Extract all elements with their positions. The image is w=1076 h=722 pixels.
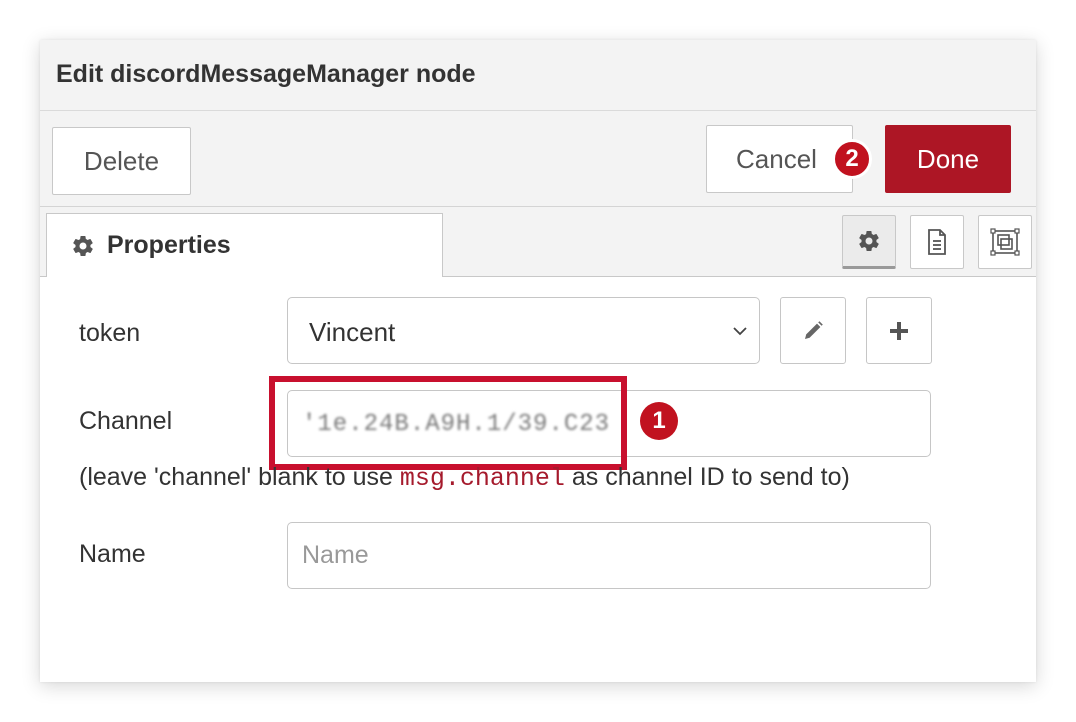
tab-properties[interactable]: Properties xyxy=(46,213,443,277)
tab-button-description[interactable] xyxy=(910,215,964,269)
gear-icon xyxy=(859,231,879,252)
hint-suffix: as channel ID to send to) xyxy=(564,463,850,491)
document-icon xyxy=(928,229,946,255)
cancel-button[interactable]: Cancel xyxy=(706,125,853,193)
edit-node-dialog: Edit discordMessageManager node Delete C… xyxy=(40,40,1036,682)
step-badge-2: 2 xyxy=(832,139,872,179)
dialog-title: Edit discordMessageManager node xyxy=(56,60,476,88)
add-token-button[interactable] xyxy=(866,297,932,364)
step-badge-1: 1 xyxy=(640,402,678,440)
channel-hint: (leave 'channel' blank to use msg.channe… xyxy=(79,463,850,493)
token-select[interactable]: Vincent xyxy=(287,297,760,364)
name-label: Name xyxy=(79,540,146,568)
name-input[interactable] xyxy=(287,522,931,589)
tab-properties-label: Properties xyxy=(107,231,231,259)
delete-button[interactable]: Delete xyxy=(52,127,191,195)
dialog-toolbar: Delete Cancel 2 Done xyxy=(40,111,1036,207)
tab-strip: Properties xyxy=(40,207,1036,277)
channel-label: Channel xyxy=(79,407,173,435)
plus-icon xyxy=(890,321,908,340)
edit-token-button[interactable] xyxy=(780,297,846,364)
dialog-titlebar: Edit discordMessageManager node xyxy=(40,40,1036,111)
done-button[interactable]: Done xyxy=(885,125,1011,193)
tab-button-appearance[interactable] xyxy=(978,215,1032,269)
pencil-icon xyxy=(805,320,823,339)
token-select-value: Vincent xyxy=(309,317,396,347)
highlight-annotation xyxy=(269,376,627,470)
hint-prefix: (leave 'channel' blank to use xyxy=(79,463,400,491)
chevron-down-icon xyxy=(733,327,747,336)
token-label: token xyxy=(79,319,141,347)
tab-button-settings[interactable] xyxy=(842,215,896,269)
hint-code: msg.channel xyxy=(399,464,565,493)
frame-icon xyxy=(990,228,1020,256)
gear-icon xyxy=(73,235,93,256)
